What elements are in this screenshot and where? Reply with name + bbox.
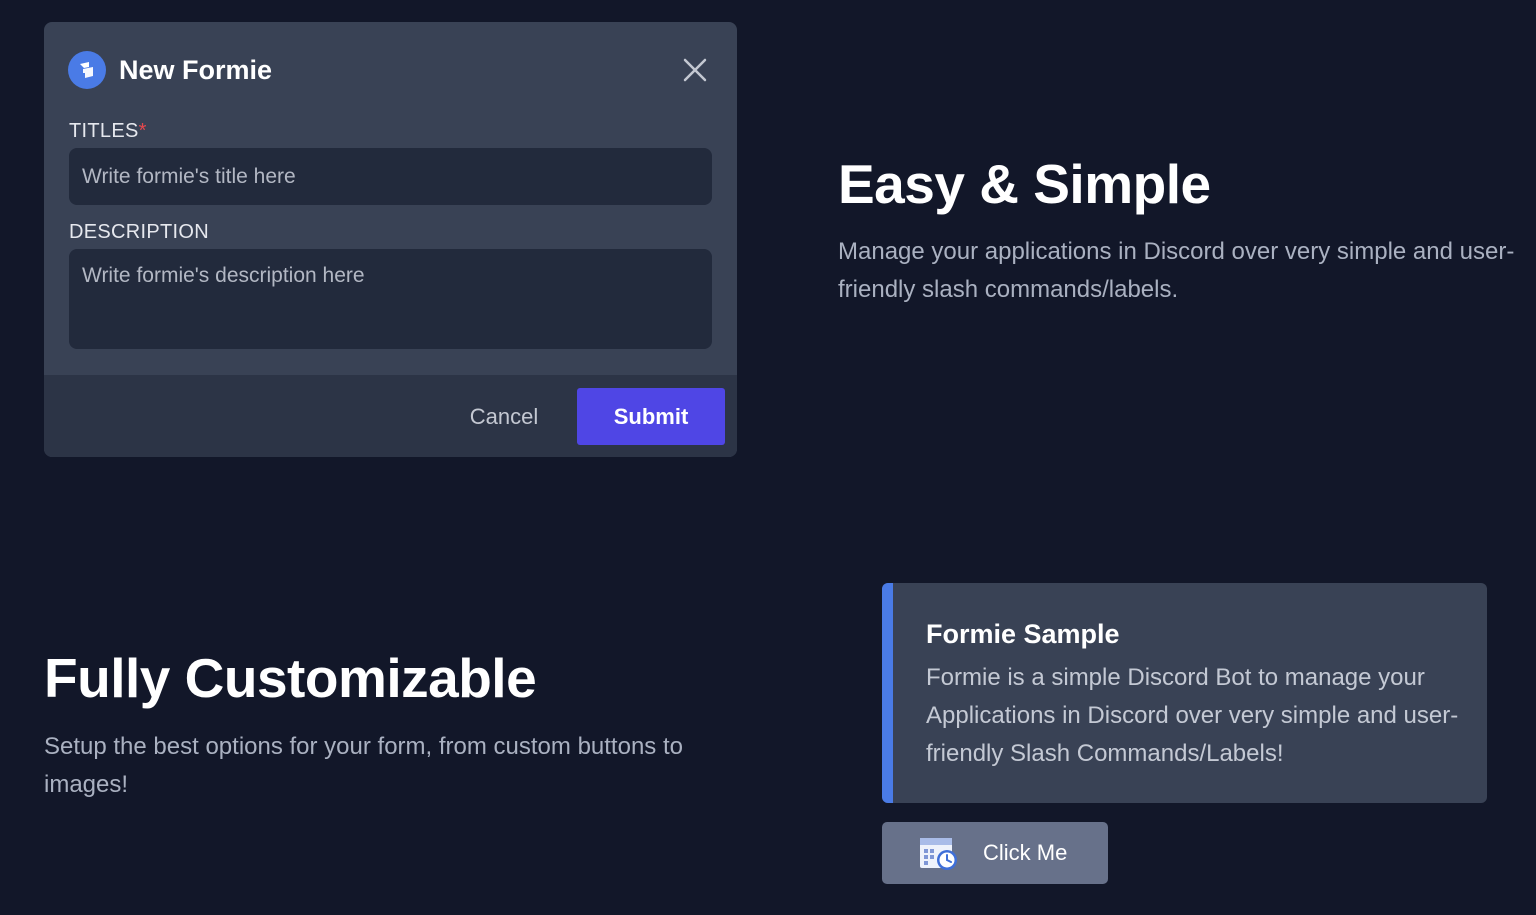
fully-customizable-text: Setup the best options for your form, fr…: [44, 733, 683, 798]
required-mark: *: [138, 120, 147, 142]
easy-simple-text: Manage your applications in Discord over…: [838, 238, 1515, 303]
formie-sample-embed: Formie Sample Formie is a simple Discord…: [882, 583, 1487, 803]
modal-title: New Formie: [119, 54, 273, 85]
embed-description: Formie is a simple Discord Bot to manage…: [926, 664, 1459, 767]
modal-header: New Formie: [68, 50, 713, 90]
description-label: DESCRIPTION: [69, 221, 209, 243]
close-icon: [683, 58, 707, 82]
cancel-button[interactable]: Cancel: [449, 397, 559, 437]
embed-title: Formie Sample: [926, 619, 1120, 649]
click-me-label: Click Me: [983, 840, 1068, 865]
page: New Formie TITLES* DESCRIPTION Cancel Su…: [0, 0, 1536, 915]
formie-logo-icon: [68, 51, 106, 89]
modal-footer: Cancel Submit: [44, 375, 737, 457]
titles-label: TITLES*: [69, 120, 147, 142]
close-button[interactable]: [677, 52, 713, 88]
description-input[interactable]: [69, 249, 712, 349]
embed-accent-bar: [882, 583, 893, 803]
submit-button[interactable]: Submit: [577, 388, 725, 445]
click-me-button[interactable]: Click Me: [882, 822, 1108, 884]
fully-customizable-heading: Fully Customizable: [44, 647, 537, 709]
easy-simple-heading: Easy & Simple: [838, 153, 1211, 215]
title-input[interactable]: [69, 148, 712, 205]
new-formie-modal: New Formie TITLES* DESCRIPTION Cancel Su…: [44, 22, 737, 457]
calendar-clock-icon: [920, 838, 957, 870]
